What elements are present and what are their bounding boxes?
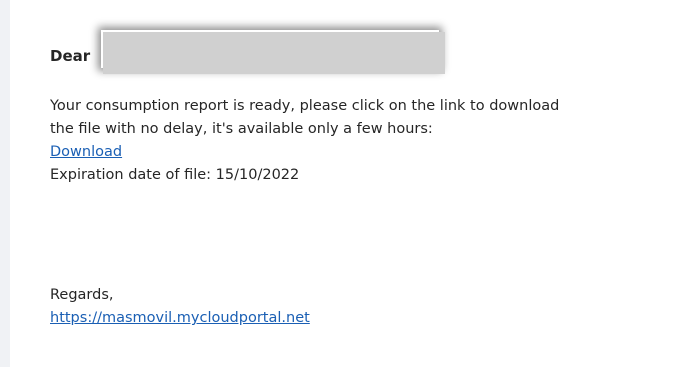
email-body: Dear Your consumption report is ready, p…	[50, 0, 680, 367]
greeting-row: Dear	[50, 32, 470, 74]
expiration-date-text: Expiration date of file: 15/10/2022	[50, 167, 300, 183]
body-line-1: Your consumption report is ready, please…	[50, 98, 560, 114]
portal-link[interactable]: https://masmovil.mycloudportal.net	[50, 310, 310, 326]
download-link[interactable]: Download	[50, 144, 122, 160]
download-line: Download	[50, 141, 670, 164]
redacted-recipient-name	[103, 32, 445, 74]
portal-link-line: https://masmovil.mycloudportal.net	[50, 307, 310, 330]
body-line-2: the file with no delay, it's available o…	[50, 121, 433, 137]
message-paragraph: Your consumption report is ready, please…	[50, 95, 670, 187]
greeting-text: Dear	[50, 47, 91, 65]
regards-text: Regards,	[50, 287, 114, 303]
left-border-rail	[0, 0, 10, 367]
